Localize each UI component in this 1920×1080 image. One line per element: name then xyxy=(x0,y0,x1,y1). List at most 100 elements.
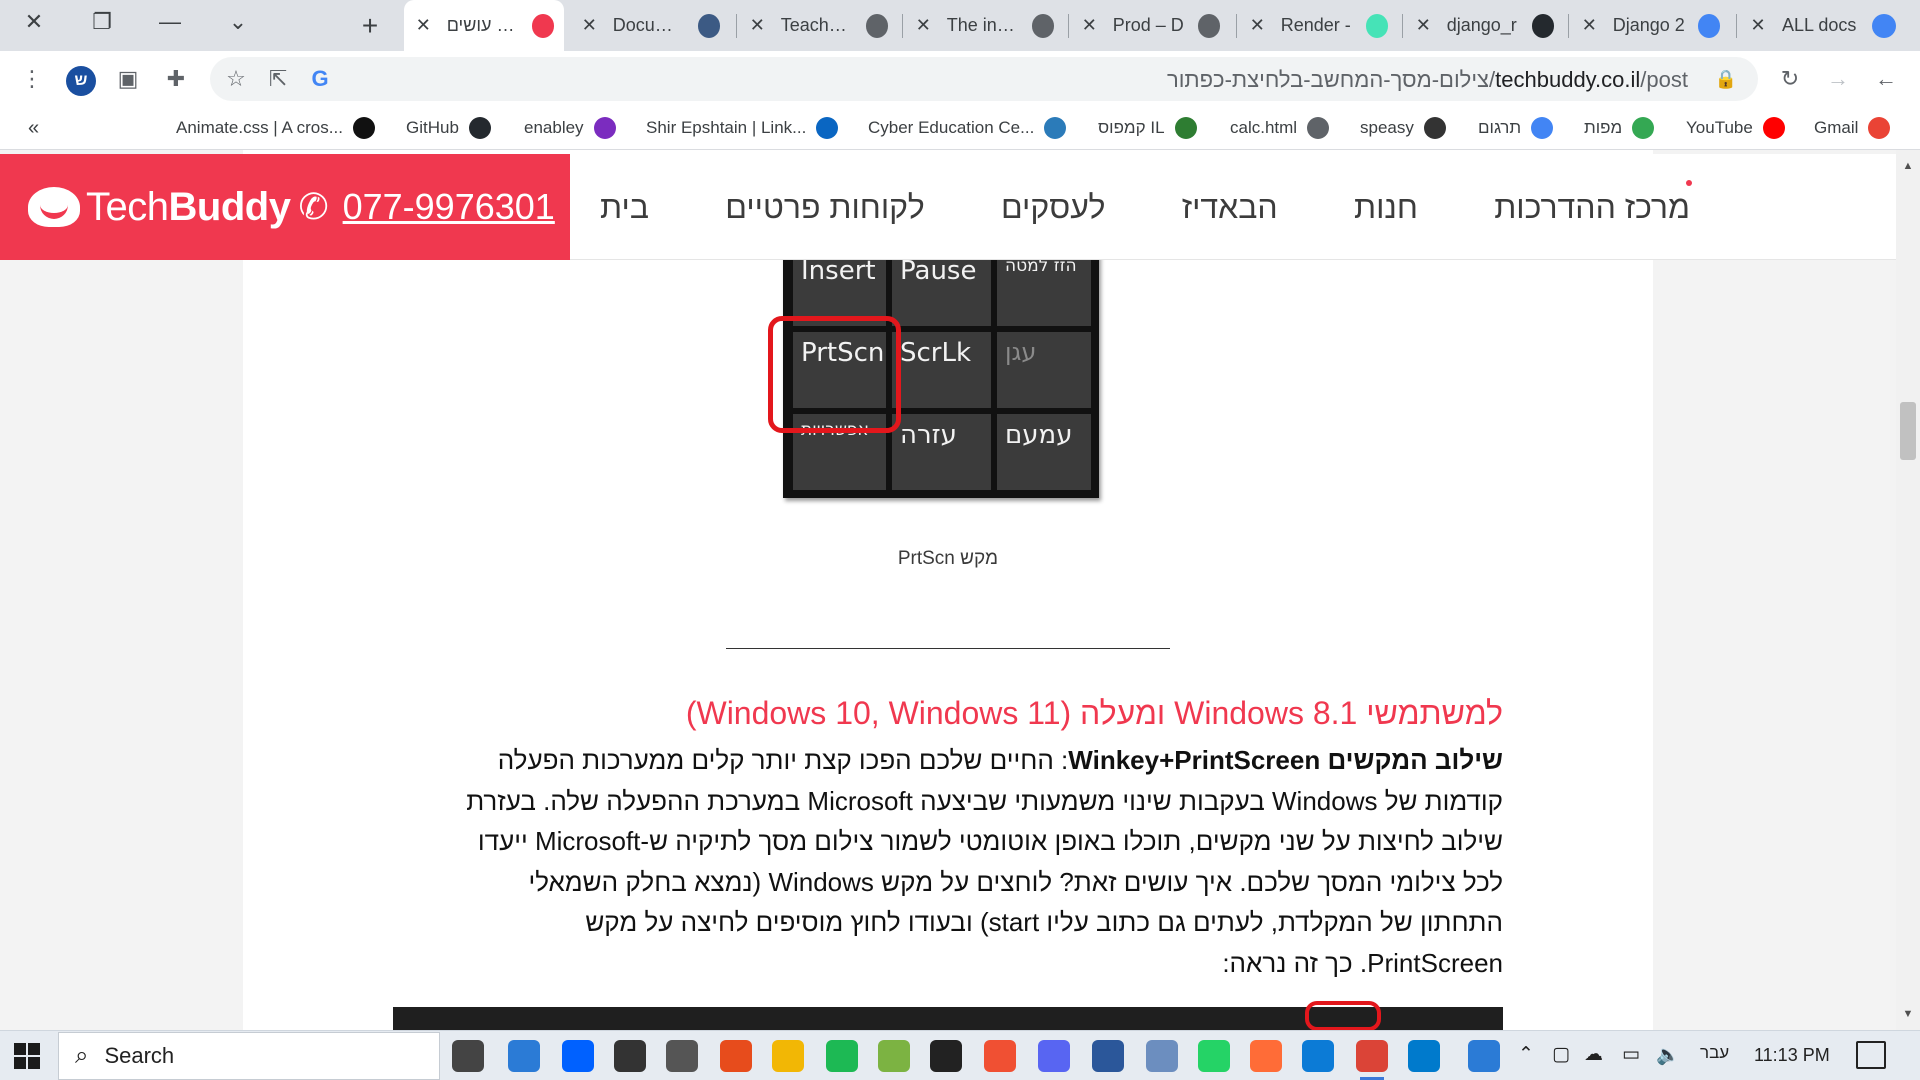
extensions-icon[interactable]: ✚ xyxy=(160,63,192,95)
nav-item[interactable]: לעסקים xyxy=(1001,189,1106,226)
lock-icon[interactable]: 🔒 xyxy=(1710,63,1742,95)
address-bar[interactable]: ☆ ⇱ G techbuddy.co.il/post/צילום-מסך-המח… xyxy=(210,57,1758,101)
spotify-icon[interactable] xyxy=(826,1040,858,1072)
scroll-down-arrow-icon[interactable]: ▼ xyxy=(1902,1008,1914,1020)
bookmark-item[interactable]: speasy xyxy=(1360,114,1446,142)
taskbar-search[interactable]: ⌕ Search xyxy=(58,1032,440,1080)
github-desktop-icon[interactable] xyxy=(614,1040,646,1072)
notes-icon[interactable] xyxy=(1146,1040,1178,1072)
system-clock[interactable]: 11:13 PM xyxy=(1754,1045,1830,1066)
url-domain: techbuddy.co.il xyxy=(1495,67,1641,92)
key-label: ScrLk xyxy=(900,338,972,368)
tray-overflow-icon[interactable]: ⌃ xyxy=(1518,1043,1534,1066)
bookmark-item[interactable]: Cyber Education Ce... xyxy=(868,114,1067,142)
bookmark-item[interactable]: YouTube xyxy=(1686,114,1785,142)
close-tab-icon[interactable]: ✕ xyxy=(1248,15,1267,36)
key-label: Insert xyxy=(801,256,876,286)
edge-icon[interactable] xyxy=(1302,1040,1334,1072)
battery-icon[interactable]: ▭ xyxy=(1622,1043,1640,1066)
tab-search-button[interactable]: ⌄ xyxy=(204,0,272,44)
close-tab-icon[interactable]: ✕ xyxy=(580,15,599,36)
tab-title: The instal xyxy=(946,15,1022,35)
notification-center-icon[interactable] xyxy=(1856,1041,1886,1069)
bookmark-item[interactable]: Gmail xyxy=(1814,114,1891,142)
task-view-icon[interactable] xyxy=(452,1040,484,1072)
browser-tab[interactable]: ✕ django_r xyxy=(1404,6,1564,45)
bookmark-item[interactable]: תרגום xyxy=(1478,114,1554,142)
browser-tab[interactable]: ✕ Render - xyxy=(1238,6,1398,45)
onedrive-icon[interactable]: ☁ xyxy=(1584,1043,1603,1066)
browser-tab[interactable]: ✕ Teacher - xyxy=(738,6,898,45)
browser-tab[interactable]: ✕ Prod – D xyxy=(1070,6,1230,45)
close-tab-icon[interactable]: ✕ xyxy=(1748,15,1768,36)
back-arrow-icon[interactable]: ← xyxy=(1870,63,1902,95)
menu-kebab-icon[interactable]: ⋮ xyxy=(16,63,48,95)
git-icon[interactable] xyxy=(984,1040,1016,1072)
google-lens-icon[interactable]: G xyxy=(304,63,336,95)
notepad-icon[interactable] xyxy=(878,1040,910,1072)
close-tab-icon[interactable]: ✕ xyxy=(1580,15,1599,36)
nav-item[interactable]: חנות xyxy=(1354,189,1418,226)
whatsapp-icon[interactable] xyxy=(1198,1040,1230,1072)
file-explorer-icon[interactable] xyxy=(772,1040,804,1072)
browser-tab[interactable]: ✕ ALL docs xyxy=(1738,6,1910,45)
image-caption: מקש PrtScn xyxy=(897,548,999,569)
close-window-button[interactable]: ✕ xyxy=(0,0,68,44)
bookmark-item[interactable]: enabley xyxy=(524,114,616,142)
bookmark-star-icon[interactable]: ☆ xyxy=(220,63,252,95)
office-icon[interactable] xyxy=(720,1040,752,1072)
vscode-icon[interactable] xyxy=(1408,1040,1440,1072)
new-tab-button[interactable]: + xyxy=(352,8,388,44)
chrome-icon[interactable] xyxy=(1356,1040,1388,1080)
dropbox-icon[interactable] xyxy=(562,1040,594,1072)
page-scrollbar[interactable]: ▲ ▼ xyxy=(1896,150,1920,1030)
browser-tab[interactable]: ✕ The instal xyxy=(904,6,1064,45)
nav-item[interactable]: מרכז ההדרכות xyxy=(1494,189,1690,226)
url-text[interactable]: techbuddy.co.il/post/צילום-מסך-המחשב-בלח… xyxy=(1167,67,1688,93)
postman-icon[interactable] xyxy=(1250,1040,1282,1072)
restore-window-button[interactable]: ❐ xyxy=(68,0,136,44)
close-tab-icon[interactable]: ✕ xyxy=(748,15,767,36)
nav-item[interactable]: לקוחות פרטיים xyxy=(725,189,924,226)
settings-icon[interactable] xyxy=(666,1040,698,1072)
help-icon[interactable] xyxy=(1468,1040,1500,1072)
bookmark-label: speasy xyxy=(1360,118,1414,137)
start-button[interactable] xyxy=(8,1039,46,1073)
share-icon[interactable]: ⇱ xyxy=(262,63,294,95)
camera-icon[interactable]: ▢ xyxy=(1552,1043,1570,1066)
bookmark-item[interactable]: Animate.css | A cros... xyxy=(176,114,375,142)
bookmark-item[interactable]: קמפוס IL xyxy=(1098,114,1197,142)
translate-icon xyxy=(1531,117,1554,139)
terminal-icon[interactable] xyxy=(930,1040,962,1072)
volume-icon[interactable]: 🔈 xyxy=(1656,1043,1680,1067)
nav-item[interactable]: בית xyxy=(600,189,649,226)
bookmarks-overflow-button[interactable]: « xyxy=(28,114,39,142)
nav-item[interactable]: הבאדיז xyxy=(1182,189,1278,226)
word-icon[interactable] xyxy=(1092,1040,1124,1072)
minimize-window-button[interactable]: — xyxy=(136,0,204,44)
profile-avatar[interactable]: ש xyxy=(66,66,96,96)
close-tab-icon[interactable]: ✕ xyxy=(1414,15,1433,36)
bookmark-item[interactable]: מפות xyxy=(1584,114,1655,142)
input-language[interactable]: עבר xyxy=(1700,1043,1729,1063)
bookmark-item[interactable]: GitHub xyxy=(406,114,491,142)
discord-icon[interactable] xyxy=(1038,1040,1070,1072)
close-tab-icon[interactable]: ✕ xyxy=(414,15,433,36)
reload-icon[interactable]: ↻ xyxy=(1774,63,1806,95)
browser-tab[interactable]: ✕ Document xyxy=(570,6,730,45)
scroll-up-arrow-icon[interactable]: ▲ xyxy=(1902,160,1914,172)
tab-separator xyxy=(1236,14,1237,38)
bookmark-item[interactable]: Shir Epshtain | Link... xyxy=(646,114,839,142)
scroll-thumb[interactable] xyxy=(1900,402,1916,460)
side-panel-icon[interactable]: ▣ xyxy=(112,63,144,95)
bookmark-item[interactable]: calc.html xyxy=(1230,114,1330,142)
store-icon[interactable] xyxy=(508,1040,540,1072)
close-tab-icon[interactable]: ✕ xyxy=(1080,15,1099,36)
tab-title: Django 2 xyxy=(1612,15,1685,35)
browser-tab[interactable]: ✕ Django 2 xyxy=(1570,6,1730,45)
close-tab-icon[interactable]: ✕ xyxy=(914,15,933,36)
phone-link[interactable]: 077-9976301 xyxy=(343,186,555,228)
browser-tab[interactable]: ✕ איך עושים xyxy=(404,0,564,51)
techbuddy-logo[interactable]: Tech Buddy xyxy=(28,185,291,230)
key-label: Pause xyxy=(900,256,977,286)
